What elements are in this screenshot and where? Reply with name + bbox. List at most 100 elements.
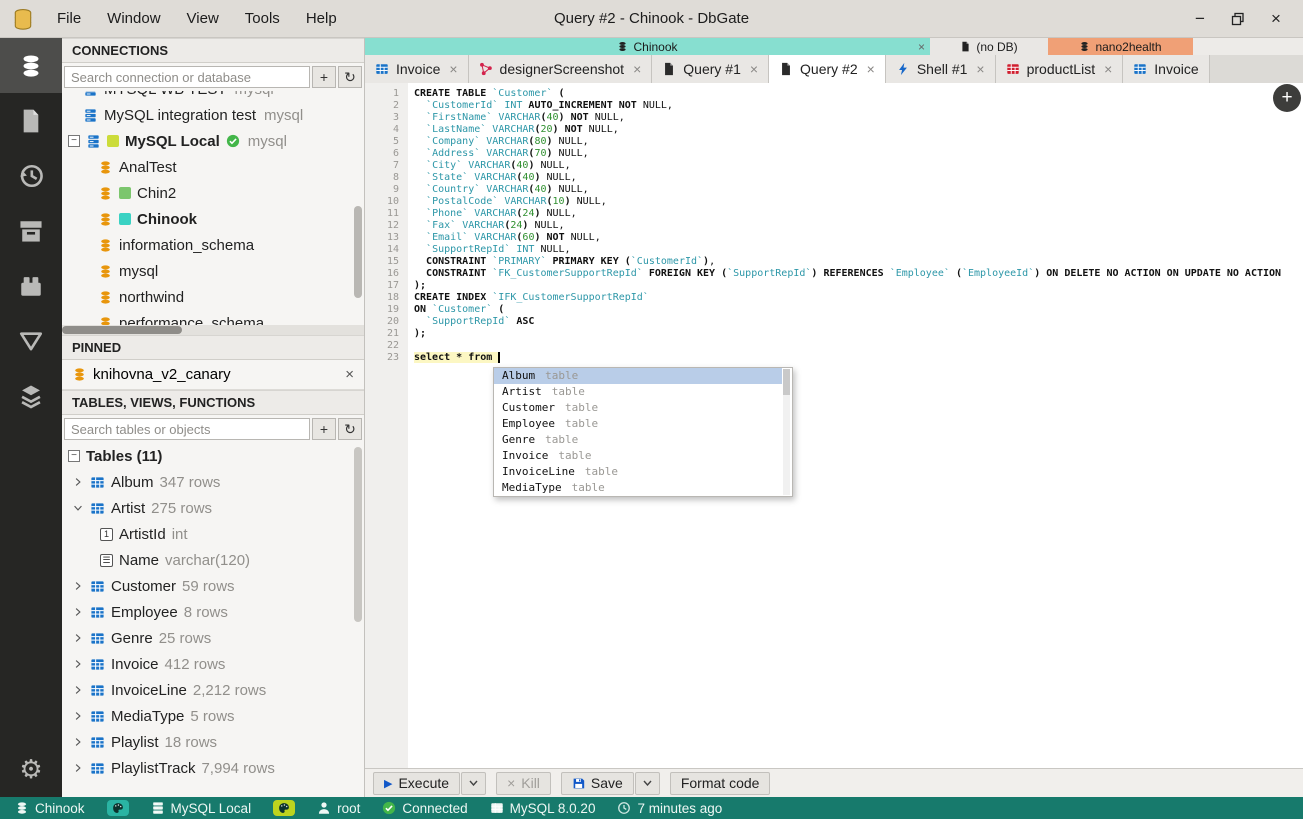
rail-item-plugins[interactable] [0,258,62,313]
tables-vertical-scrollbar[interactable] [354,443,363,783]
close-tab-icon[interactable]: × [1104,61,1112,77]
tab-query2[interactable]: Query #2 × [769,55,886,83]
close-tab-icon[interactable]: × [633,61,641,77]
chevron-right-icon[interactable] [72,607,84,617]
statusbar-status[interactable]: Connected [373,801,476,816]
statusbar-database[interactable]: Chinook [6,801,94,816]
table-row[interactable]: PlaylistTrack 7,994 rows [62,755,364,781]
statusbar-user[interactable]: root [308,801,369,816]
chevron-right-icon[interactable] [72,477,84,487]
chevron-right-icon[interactable] [72,633,84,643]
tables-group-row[interactable]: − Tables (11) [62,443,364,469]
statusbar-time[interactable]: 7 minutes ago [608,801,731,816]
rail-item-history[interactable] [0,148,62,203]
new-tab-button[interactable]: + [1273,84,1301,112]
tab-designerscreenshot[interactable]: designerScreenshot × [468,55,653,83]
refresh-objects-button[interactable]: ↻ [338,418,362,440]
connections-vertical-scrollbar[interactable] [354,91,363,325]
rail-item-files[interactable] [0,93,62,148]
collapse-expander-icon[interactable]: − [68,450,80,462]
column-row[interactable]: ☰ Name varchar(120) [62,547,364,573]
rail-item-settings[interactable]: ⚙ [0,742,62,797]
autocomplete-item[interactable]: Genre table [494,432,782,448]
rail-item-archive[interactable] [0,203,62,258]
connections-search-input[interactable] [64,66,310,88]
connection-row[interactable]: information_schema [62,232,364,258]
connection-row[interactable]: Chin2 [62,180,364,206]
table-row[interactable]: InvoiceLine 2,212 rows [62,677,364,703]
table-row[interactable]: Playlist 18 rows [62,729,364,755]
chevron-right-icon[interactable] [72,685,84,695]
chevron-down-icon[interactable] [72,503,84,513]
autocomplete-scrollbar[interactable] [783,369,790,495]
chevron-right-icon[interactable] [72,659,84,669]
connection-row[interactable]: Chinook [62,206,364,232]
autocomplete-item[interactable]: InvoiceLine table [494,464,782,480]
tab-invoice[interactable]: Invoice [1123,55,1210,83]
execute-dropdown-button[interactable] [461,771,487,795]
chevron-right-icon[interactable] [72,711,84,721]
collapse-expander-icon[interactable]: − [68,135,80,147]
objects-search-input[interactable] [64,418,310,440]
table-row[interactable]: Customer 59 rows [62,573,364,599]
save-button[interactable]: Save [560,771,634,795]
tab-group-chinook[interactable]: Chinook × [365,38,930,55]
autocomplete-item[interactable]: Album table [494,368,782,384]
format-code-button[interactable]: Format code [669,771,771,795]
connection-row[interactable]: − MySQL Local mysql [62,128,364,154]
menu-view[interactable]: View [174,0,232,38]
close-button[interactable]: × [1261,4,1291,34]
connections-horizontal-scrollbar[interactable] [62,325,364,335]
add-object-button[interactable]: + [312,418,336,440]
statusbar-theme-badge[interactable] [98,800,138,816]
menu-window[interactable]: Window [94,0,173,38]
menu-help[interactable]: Help [293,0,350,38]
rail-item-filter[interactable] [0,313,62,368]
connection-row[interactable]: northwind [62,284,364,310]
close-tab-icon[interactable]: × [449,61,457,77]
kill-button[interactable]: × Kill [496,771,551,795]
restore-button[interactable] [1223,4,1253,34]
pinned-item[interactable]: knihovna_v2_canary × [62,360,364,390]
table-row[interactable]: MediaType 5 rows [62,703,364,729]
autocomplete-item[interactable]: Employee table [494,416,782,432]
tab-shell1[interactable]: Shell #1 × [885,55,996,83]
tab-query1[interactable]: Query #1 × [652,55,770,83]
tab-invoice[interactable]: Invoice × [365,55,469,83]
save-dropdown-button[interactable] [634,771,660,795]
rail-item-layers[interactable] [0,368,62,423]
add-connection-button[interactable]: + [312,66,336,88]
statusbar-version[interactable]: MySQL 8.0.20 [481,801,605,816]
table-row[interactable]: Genre 25 rows [62,625,364,651]
table-row[interactable]: Artist 275 rows [62,495,364,521]
tab-group-nodb[interactable]: (no DB) [930,38,1048,55]
connection-row[interactable]: MYSQL WB TEST mysql [62,91,364,102]
connection-row[interactable]: AnalTest [62,154,364,180]
statusbar-theme-badge-2[interactable] [264,800,304,816]
close-tab-icon[interactable]: × [750,61,758,77]
autocomplete-item[interactable]: MediaType table [494,480,782,496]
chevron-right-icon[interactable] [72,763,84,773]
table-row[interactable]: Invoice 412 rows [62,651,364,677]
table-row[interactable]: Employee 8 rows [62,599,364,625]
refresh-connections-button[interactable]: ↻ [338,66,362,88]
sql-editor[interactable]: 1 2 3 4 5 6 7 8 9 10 11 12 13 14 15 16 17 18 19 20 21 22 23 CR… [365,83,1303,768]
close-tab-icon[interactable]: × [976,61,984,77]
close-group-icon[interactable]: × [918,40,925,54]
rail-item-connections[interactable] [0,38,62,93]
chevron-right-icon[interactable] [72,737,84,747]
execute-button[interactable]: ▶ Execute [373,771,461,795]
tab-group-nano2health[interactable]: nano2health [1048,38,1193,55]
connection-row[interactable]: MySQL integration test mysql [62,102,364,128]
statusbar-connection[interactable]: MySQL Local [142,801,261,816]
chevron-right-icon[interactable] [72,581,84,591]
minimize-button[interactable]: − [1185,4,1215,34]
table-row[interactable]: Album 347 rows [62,469,364,495]
autocomplete-item[interactable]: Invoice table [494,448,782,464]
connection-row[interactable]: mysql [62,258,364,284]
unpin-close-icon[interactable]: × [345,366,354,383]
autocomplete-item[interactable]: Artist table [494,384,782,400]
autocomplete-item[interactable]: Customer table [494,400,782,416]
close-tab-icon[interactable]: × [867,61,875,77]
menu-file[interactable]: File [44,0,94,38]
